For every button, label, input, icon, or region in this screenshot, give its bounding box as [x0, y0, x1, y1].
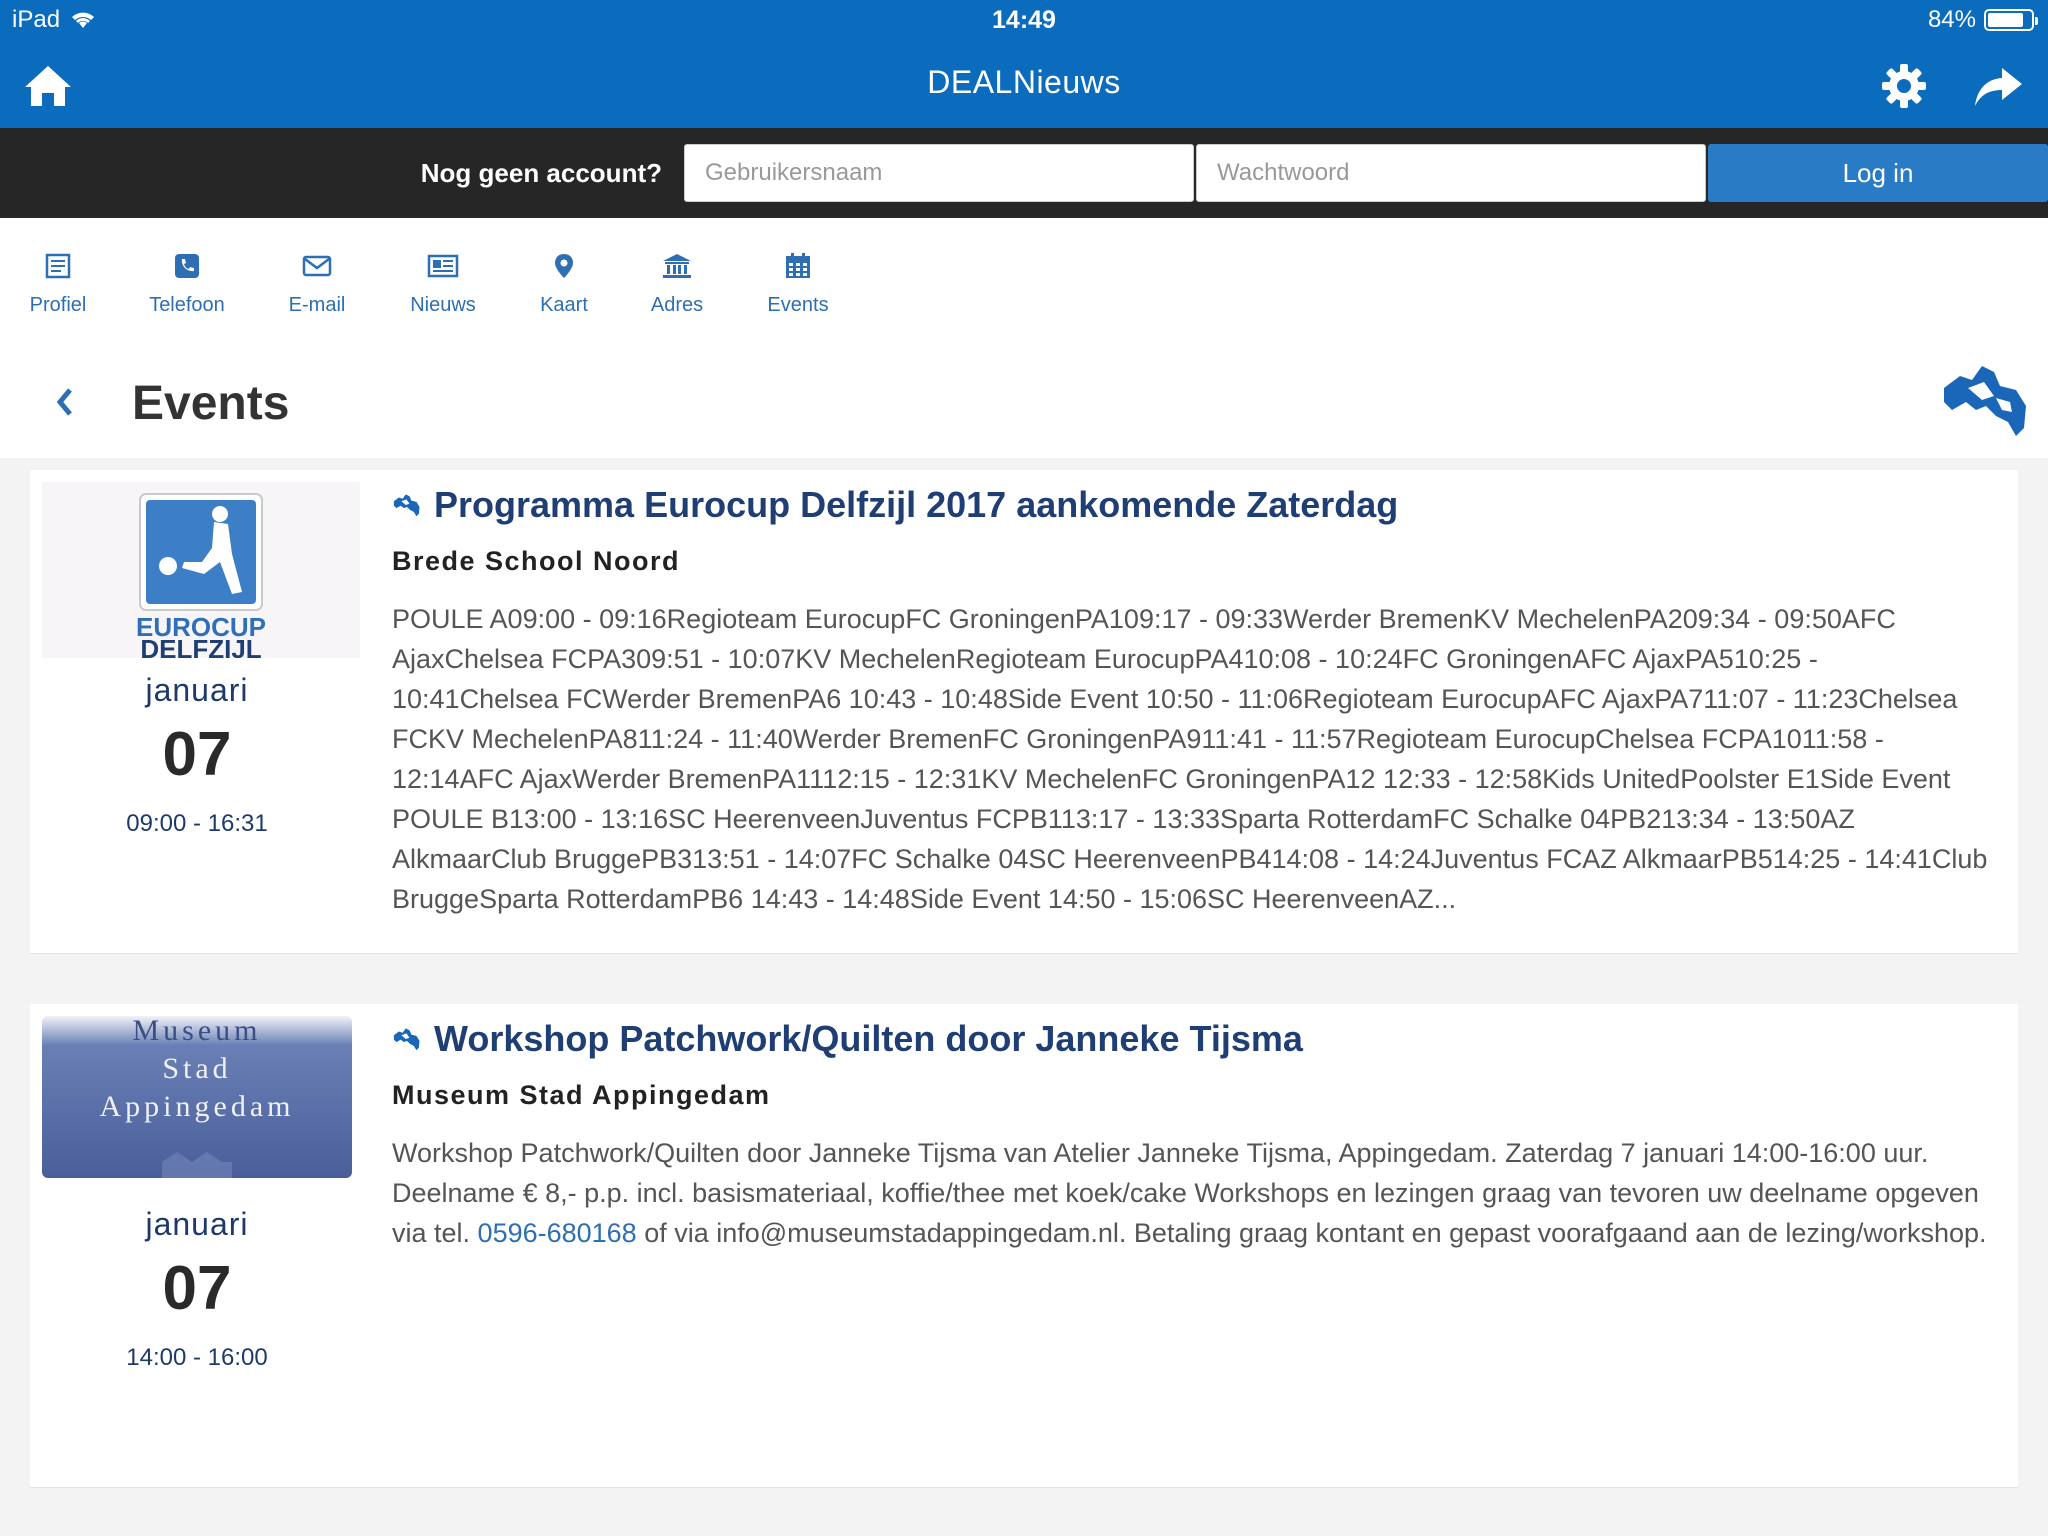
event-content: Workshop Patchwork/Quilten door Janneke …	[392, 1018, 1988, 1253]
event-hours: 14:00 - 16:00	[126, 1344, 268, 1371]
status-bar: iPad 14:49 84%	[0, 0, 2048, 40]
event-month: januari	[145, 672, 249, 708]
tab-label: Profiel	[29, 294, 87, 316]
logo-text-line2: DELFZIJL	[140, 634, 261, 658]
login-bar: Nog geen account? Log in	[0, 128, 2048, 218]
phone-link[interactable]: 0596-680168	[478, 1218, 637, 1248]
page-header: Events	[0, 360, 2048, 460]
profile-icon	[45, 253, 71, 279]
logo-text-line2: Stad	[162, 1052, 231, 1085]
top-bar: iPad 14:49 84% DEALNieuws	[0, 0, 2048, 128]
tab-label: Telefoon	[149, 294, 225, 316]
tab-label: Adres	[650, 294, 704, 316]
event-month: januari	[145, 1206, 249, 1242]
tab-label: Kaart	[540, 294, 588, 316]
phone-icon	[175, 254, 199, 278]
tab-nieuws[interactable]: Nieuws	[406, 252, 480, 317]
eurocup-logo: EUROCUP DELFZIJL	[42, 482, 360, 664]
icon-tab-bar: Profiel Telefoon E-mail Nieuws Kaart Adr…	[0, 218, 2048, 458]
nav-bar: DEALNieuws	[0, 40, 2048, 128]
region-map-small-icon	[393, 1028, 420, 1051]
tab-label: E-mail	[288, 294, 346, 316]
event-title-text: Programma Eurocup Delfzijl 2017 aankomen…	[434, 484, 1399, 525]
region-map-small-icon	[393, 494, 420, 517]
event-date: januari 07 14:00 - 16:00	[30, 1206, 364, 1372]
event-content: Programma Eurocup Delfzijl 2017 aankomen…	[392, 484, 1988, 919]
event-card[interactable]: Museum Stad Appingedam januari 07 14:00 …	[30, 1004, 2018, 1488]
news-icon	[427, 254, 459, 278]
event-description: Workshop Patchwork/Quilten door Janneke …	[392, 1133, 1988, 1253]
map-pin-icon	[555, 254, 573, 278]
event-hours: 09:00 - 16:31	[126, 810, 268, 837]
app-title: DEALNieuws	[927, 64, 1121, 100]
share-icon[interactable]	[1972, 60, 2024, 112]
no-account-prompt[interactable]: Nog geen account?	[421, 158, 662, 189]
page-title: Events	[132, 377, 290, 430]
event-title[interactable]: Programma Eurocup Delfzijl 2017 aankomen…	[392, 484, 1988, 526]
museum-logo: Museum Stad Appingedam	[42, 1014, 352, 1178]
tab-events[interactable]: Events	[762, 252, 834, 317]
login-button[interactable]: Log in	[1708, 144, 2048, 202]
status-time: 14:49	[992, 6, 1056, 34]
logo-text-line1: Museum	[133, 1016, 262, 1047]
back-chevron-icon[interactable]	[50, 382, 78, 432]
tab-label: Nieuws	[410, 294, 476, 316]
event-day: 07	[162, 720, 232, 789]
tab-profiel[interactable]: Profiel	[22, 252, 94, 317]
region-map-logo-icon	[1944, 366, 2026, 436]
username-input[interactable]	[684, 144, 1194, 202]
event-title-text: Workshop Patchwork/Quilten door Janneke …	[434, 1018, 1303, 1059]
battery-icon	[1984, 9, 2038, 31]
desc-text: of via info@museumstadappingedam.nl. Bet…	[636, 1218, 1987, 1248]
event-venue: Brede School Noord	[392, 546, 681, 576]
event-date: januari 07 09:00 - 16:31	[30, 672, 364, 838]
event-card[interactable]: EUROCUP DELFZIJL januari 07 09:00 - 16:3…	[30, 470, 2018, 954]
password-input[interactable]	[1196, 144, 1706, 202]
event-description: POULE A09:00 - 09:16Regioteam EurocupFC …	[392, 604, 1988, 914]
calendar-icon	[786, 253, 810, 278]
tab-telefoon[interactable]: Telefoon	[144, 252, 230, 317]
event-venue: Museum Stad Appingedam	[392, 1080, 771, 1110]
mail-icon	[302, 255, 332, 277]
tab-kaart[interactable]: Kaart	[534, 252, 594, 317]
logo-text-line3: Appingedam	[100, 1090, 295, 1123]
building-icon	[663, 254, 691, 278]
gear-icon[interactable]	[1878, 60, 1930, 112]
tab-label: Events	[767, 294, 829, 316]
battery-percent: 84%	[1927, 6, 1976, 33]
event-title[interactable]: Workshop Patchwork/Quilten door Janneke …	[392, 1018, 1988, 1060]
tab-email[interactable]: E-mail	[282, 252, 352, 317]
event-day: 07	[162, 1254, 232, 1323]
tab-adres[interactable]: Adres	[646, 252, 708, 317]
